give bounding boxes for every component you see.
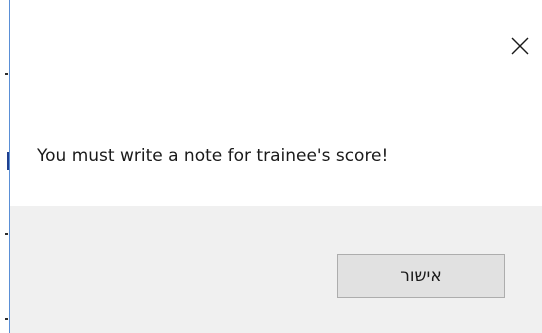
ok-button-label: אישור — [400, 266, 442, 286]
background-window-mark — [5, 73, 8, 75]
dialog-footer: אישור — [10, 206, 542, 333]
background-window-mark — [7, 152, 9, 170]
background-window-mark — [5, 318, 8, 320]
close-button[interactable] — [508, 34, 532, 58]
screen: You must write a note for trainee's scor… — [0, 0, 542, 333]
message-dialog: You must write a note for trainee's scor… — [10, 0, 542, 333]
background-window-mark — [5, 233, 8, 235]
close-icon — [511, 37, 529, 55]
dialog-message: You must write a note for trainee's scor… — [37, 146, 389, 166]
ok-button[interactable]: אישור — [337, 254, 505, 298]
